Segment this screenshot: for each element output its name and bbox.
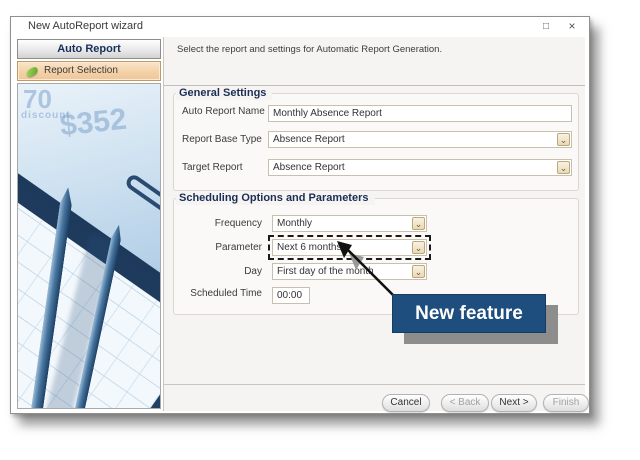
- parameter-value: Next 6 months: [277, 242, 342, 253]
- report-base-type-select[interactable]: Absence Report ⌄: [268, 131, 572, 148]
- sidebar-header-auto-report[interactable]: Auto Report: [17, 39, 161, 59]
- titlebar: New AutoReport wizard □ ×: [11, 17, 589, 37]
- frequency-field-wrap: Monthly ⌄: [272, 215, 427, 232]
- parameter-select[interactable]: Next 6 months ⌄: [268, 235, 431, 260]
- close-icon[interactable]: ×: [561, 18, 583, 35]
- day-value: First day of the month: [277, 266, 374, 277]
- report-base-type-field-wrap: Absence Report ⌄: [268, 131, 572, 148]
- new-feature-callout: New feature: [392, 294, 546, 333]
- scheduled-time-input[interactable]: [272, 287, 310, 304]
- report-selection-icon: [25, 66, 39, 78]
- frequency-value: Monthly: [277, 218, 313, 229]
- target-report-field-wrap: Absence Report ⌄: [268, 159, 572, 176]
- report-base-type-label: Report Base Type: [182, 134, 262, 145]
- general-settings-title: General Settings: [176, 86, 273, 100]
- chevron-down-icon[interactable]: ⌄: [412, 217, 425, 230]
- button-separator: [164, 384, 585, 385]
- clip-graphic: [123, 172, 160, 223]
- report-base-type-row: Report Base Type Absence Report ⌄: [182, 131, 572, 148]
- sidebar-item-report-selection[interactable]: Report Selection: [17, 61, 161, 81]
- screen: New AutoReport wizard □ × Auto Report Re…: [0, 0, 640, 460]
- chevron-down-icon[interactable]: ⌄: [412, 241, 425, 254]
- parameter-field-wrap: Next 6 months ⌄: [268, 235, 431, 260]
- finish-button[interactable]: Finish: [543, 394, 589, 412]
- frequency-select[interactable]: Monthly ⌄: [272, 215, 427, 232]
- target-report-value: Absence Report: [273, 162, 345, 173]
- scheduled-time-label: Scheduled Time: [190, 288, 262, 299]
- target-report-label: Target Report: [182, 162, 243, 173]
- wizard-window: New AutoReport wizard □ × Auto Report Re…: [10, 16, 590, 414]
- day-field-wrap: First day of the month ⌄: [272, 263, 427, 280]
- sidebar-decorative-image: 70 discount $352: [17, 83, 161, 409]
- cancel-button[interactable]: Cancel: [382, 394, 430, 412]
- chevron-down-icon[interactable]: ⌄: [412, 265, 425, 278]
- report-base-type-value: Absence Report: [273, 134, 345, 145]
- scheduled-time-field-wrap: [272, 285, 310, 304]
- target-report-row: Target Report Absence Report ⌄: [182, 159, 572, 176]
- day-label: Day: [244, 266, 262, 277]
- day-select[interactable]: First day of the month ⌄: [272, 263, 427, 280]
- main-panel: Select the report and settings for Autom…: [163, 37, 589, 412]
- chevron-down-icon[interactable]: ⌄: [557, 133, 570, 146]
- auto-report-name-label: Auto Report Name: [182, 106, 265, 117]
- back-button[interactable]: < Back: [441, 394, 489, 412]
- day-row: Day First day of the month ⌄: [182, 263, 572, 280]
- window-title: New AutoReport wizard: [28, 20, 143, 32]
- next-button[interactable]: Next >: [491, 394, 537, 412]
- sidebar: Auto Report Report Selection 70 discount…: [16, 39, 162, 409]
- general-settings-group: General Settings Auto Report Name Report…: [173, 86, 579, 191]
- target-report-select[interactable]: Absence Report ⌄: [268, 159, 572, 176]
- wizard-instruction: Select the report and settings for Autom…: [177, 44, 443, 55]
- scheduling-options-title: Scheduling Options and Parameters: [176, 191, 375, 205]
- watermark-text: $352: [58, 102, 129, 143]
- auto-report-name-row: Auto Report Name: [182, 103, 572, 122]
- sidebar-item-label: Report Selection: [44, 65, 118, 76]
- auto-report-name-input[interactable]: [268, 105, 572, 122]
- maximize-icon[interactable]: □: [535, 18, 557, 35]
- chevron-down-icon[interactable]: ⌄: [557, 161, 570, 174]
- frequency-label: Frequency: [214, 218, 262, 229]
- auto-report-name-field-wrap: [268, 103, 572, 122]
- parameter-row: Parameter Next 6 months ⌄: [182, 235, 572, 260]
- parameter-label: Parameter: [215, 242, 262, 253]
- frequency-row: Frequency Monthly ⌄: [182, 215, 572, 232]
